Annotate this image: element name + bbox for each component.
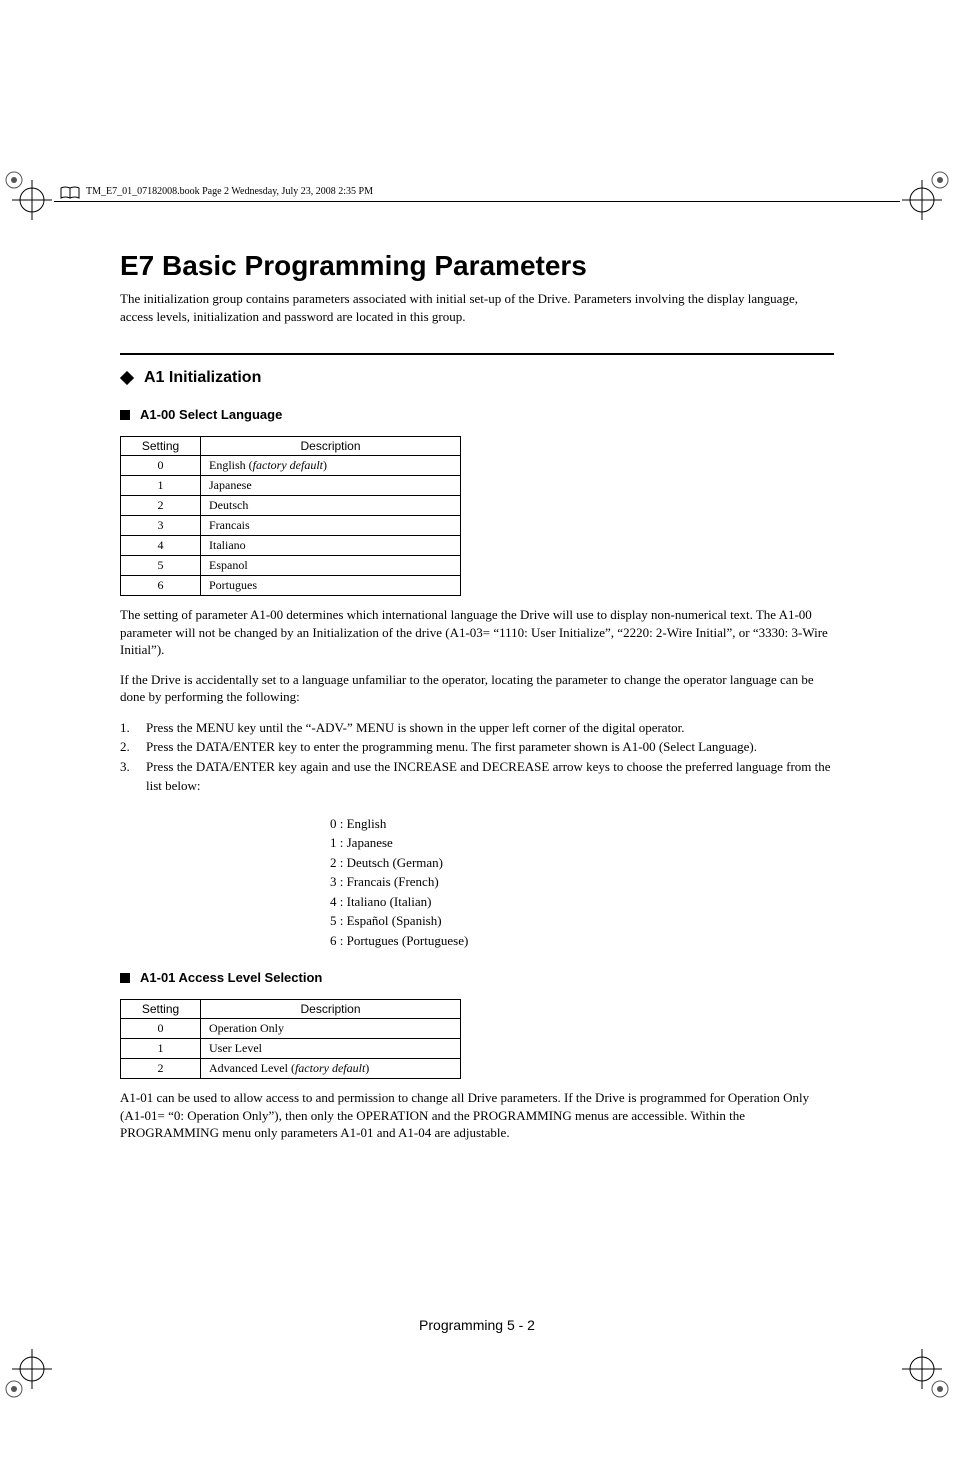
table-cell-setting: 1	[121, 1039, 201, 1059]
table-cell-setting: 4	[121, 536, 201, 556]
table-header-setting: Setting	[121, 1000, 201, 1019]
table-row: 1User Level	[121, 1039, 461, 1059]
a1-00-language-list: 0 : English1 : Japanese2 : Deutsch (Germ…	[330, 814, 834, 951]
table-cell-description: Italiano	[201, 536, 461, 556]
table-row: 4Italiano	[121, 536, 461, 556]
table-row: 1Japanese	[121, 476, 461, 496]
table-cell-description: User Level	[201, 1039, 461, 1059]
table-cell-description: Deutsch	[201, 496, 461, 516]
square-bullet-icon	[120, 973, 130, 983]
list-item: 1 : Japanese	[330, 833, 834, 853]
a1-00-paragraph-1: The setting of parameter A1-00 determine…	[120, 606, 834, 659]
running-head: TM_E7_01_07182008.book Page 2 Wednesday,…	[86, 186, 373, 197]
list-item: 2 : Deutsch (German)	[330, 853, 834, 873]
table-cell-setting: 5	[121, 556, 201, 576]
table-row: 0Operation Only	[121, 1019, 461, 1039]
list-item: 1.Press the MENU key until the “-ADV-” M…	[120, 718, 834, 738]
subsection-heading-a1-00: A1-00 Select Language	[140, 407, 282, 422]
section-rule	[120, 353, 834, 355]
table-cell-setting: 3	[121, 516, 201, 536]
table-cell-setting: 0	[121, 1019, 201, 1039]
page-footer: Programming 5 - 2	[0, 1317, 954, 1333]
list-item: 0 : English	[330, 814, 834, 834]
table-cell-description: Espanol	[201, 556, 461, 576]
table-cell-setting: 1	[121, 476, 201, 496]
list-item: 5 : Español (Spanish)	[330, 911, 834, 931]
table-row: 3Francais	[121, 516, 461, 536]
registration-mark-icon	[900, 1347, 944, 1391]
table-header-setting: Setting	[121, 437, 201, 456]
table-cell-description: Operation Only	[201, 1019, 461, 1039]
table-cell-setting: 2	[121, 1059, 201, 1079]
page-title: E7 Basic Programming Parameters	[120, 250, 834, 282]
table-cell-setting: 6	[121, 576, 201, 596]
list-item: 6 : Portugues (Portuguese)	[330, 931, 834, 951]
table-cell-description: Francais	[201, 516, 461, 536]
table-header-description: Description	[201, 437, 461, 456]
diamond-bullet-icon	[120, 371, 134, 385]
list-item: 3.Press the DATA/ENTER key again and use…	[120, 757, 834, 796]
a1-00-steps: 1.Press the MENU key until the “-ADV-” M…	[120, 718, 834, 796]
header-rule	[54, 201, 900, 202]
registration-mark-icon	[900, 178, 944, 222]
list-item: 3 : Francais (French)	[330, 872, 834, 892]
table-cell-description: Japanese	[201, 476, 461, 496]
table-cell-description: English (factory default)	[201, 456, 461, 476]
table-cell-description: Advanced Level (factory default)	[201, 1059, 461, 1079]
intro-paragraph: The initialization group contains parame…	[120, 290, 834, 325]
subsection-heading-a1-01: A1-01 Access Level Selection	[140, 970, 322, 985]
a1-00-table: Setting Description 0English (factory de…	[120, 436, 461, 596]
registration-mark-icon	[10, 178, 54, 222]
a1-00-paragraph-2: If the Drive is accidentally set to a la…	[120, 671, 834, 706]
table-row: 5Espanol	[121, 556, 461, 576]
table-row: 2Advanced Level (factory default)	[121, 1059, 461, 1079]
list-item: 4 : Italiano (Italian)	[330, 892, 834, 912]
square-bullet-icon	[120, 410, 130, 420]
a1-01-paragraph: A1-01 can be used to allow access to and…	[120, 1089, 834, 1142]
table-header-description: Description	[201, 1000, 461, 1019]
registration-mark-icon	[10, 1347, 54, 1391]
a1-01-table: Setting Description 0Operation Only1User…	[120, 999, 461, 1079]
list-item: 2.Press the DATA/ENTER key to enter the …	[120, 737, 834, 757]
section-heading-a1: A1 Initialization	[144, 369, 261, 387]
table-row: 2Deutsch	[121, 496, 461, 516]
table-row: 6Portugues	[121, 576, 461, 596]
book-icon	[60, 186, 80, 205]
table-cell-setting: 2	[121, 496, 201, 516]
table-cell-setting: 0	[121, 456, 201, 476]
table-cell-description: Portugues	[201, 576, 461, 596]
table-row: 0English (factory default)	[121, 456, 461, 476]
